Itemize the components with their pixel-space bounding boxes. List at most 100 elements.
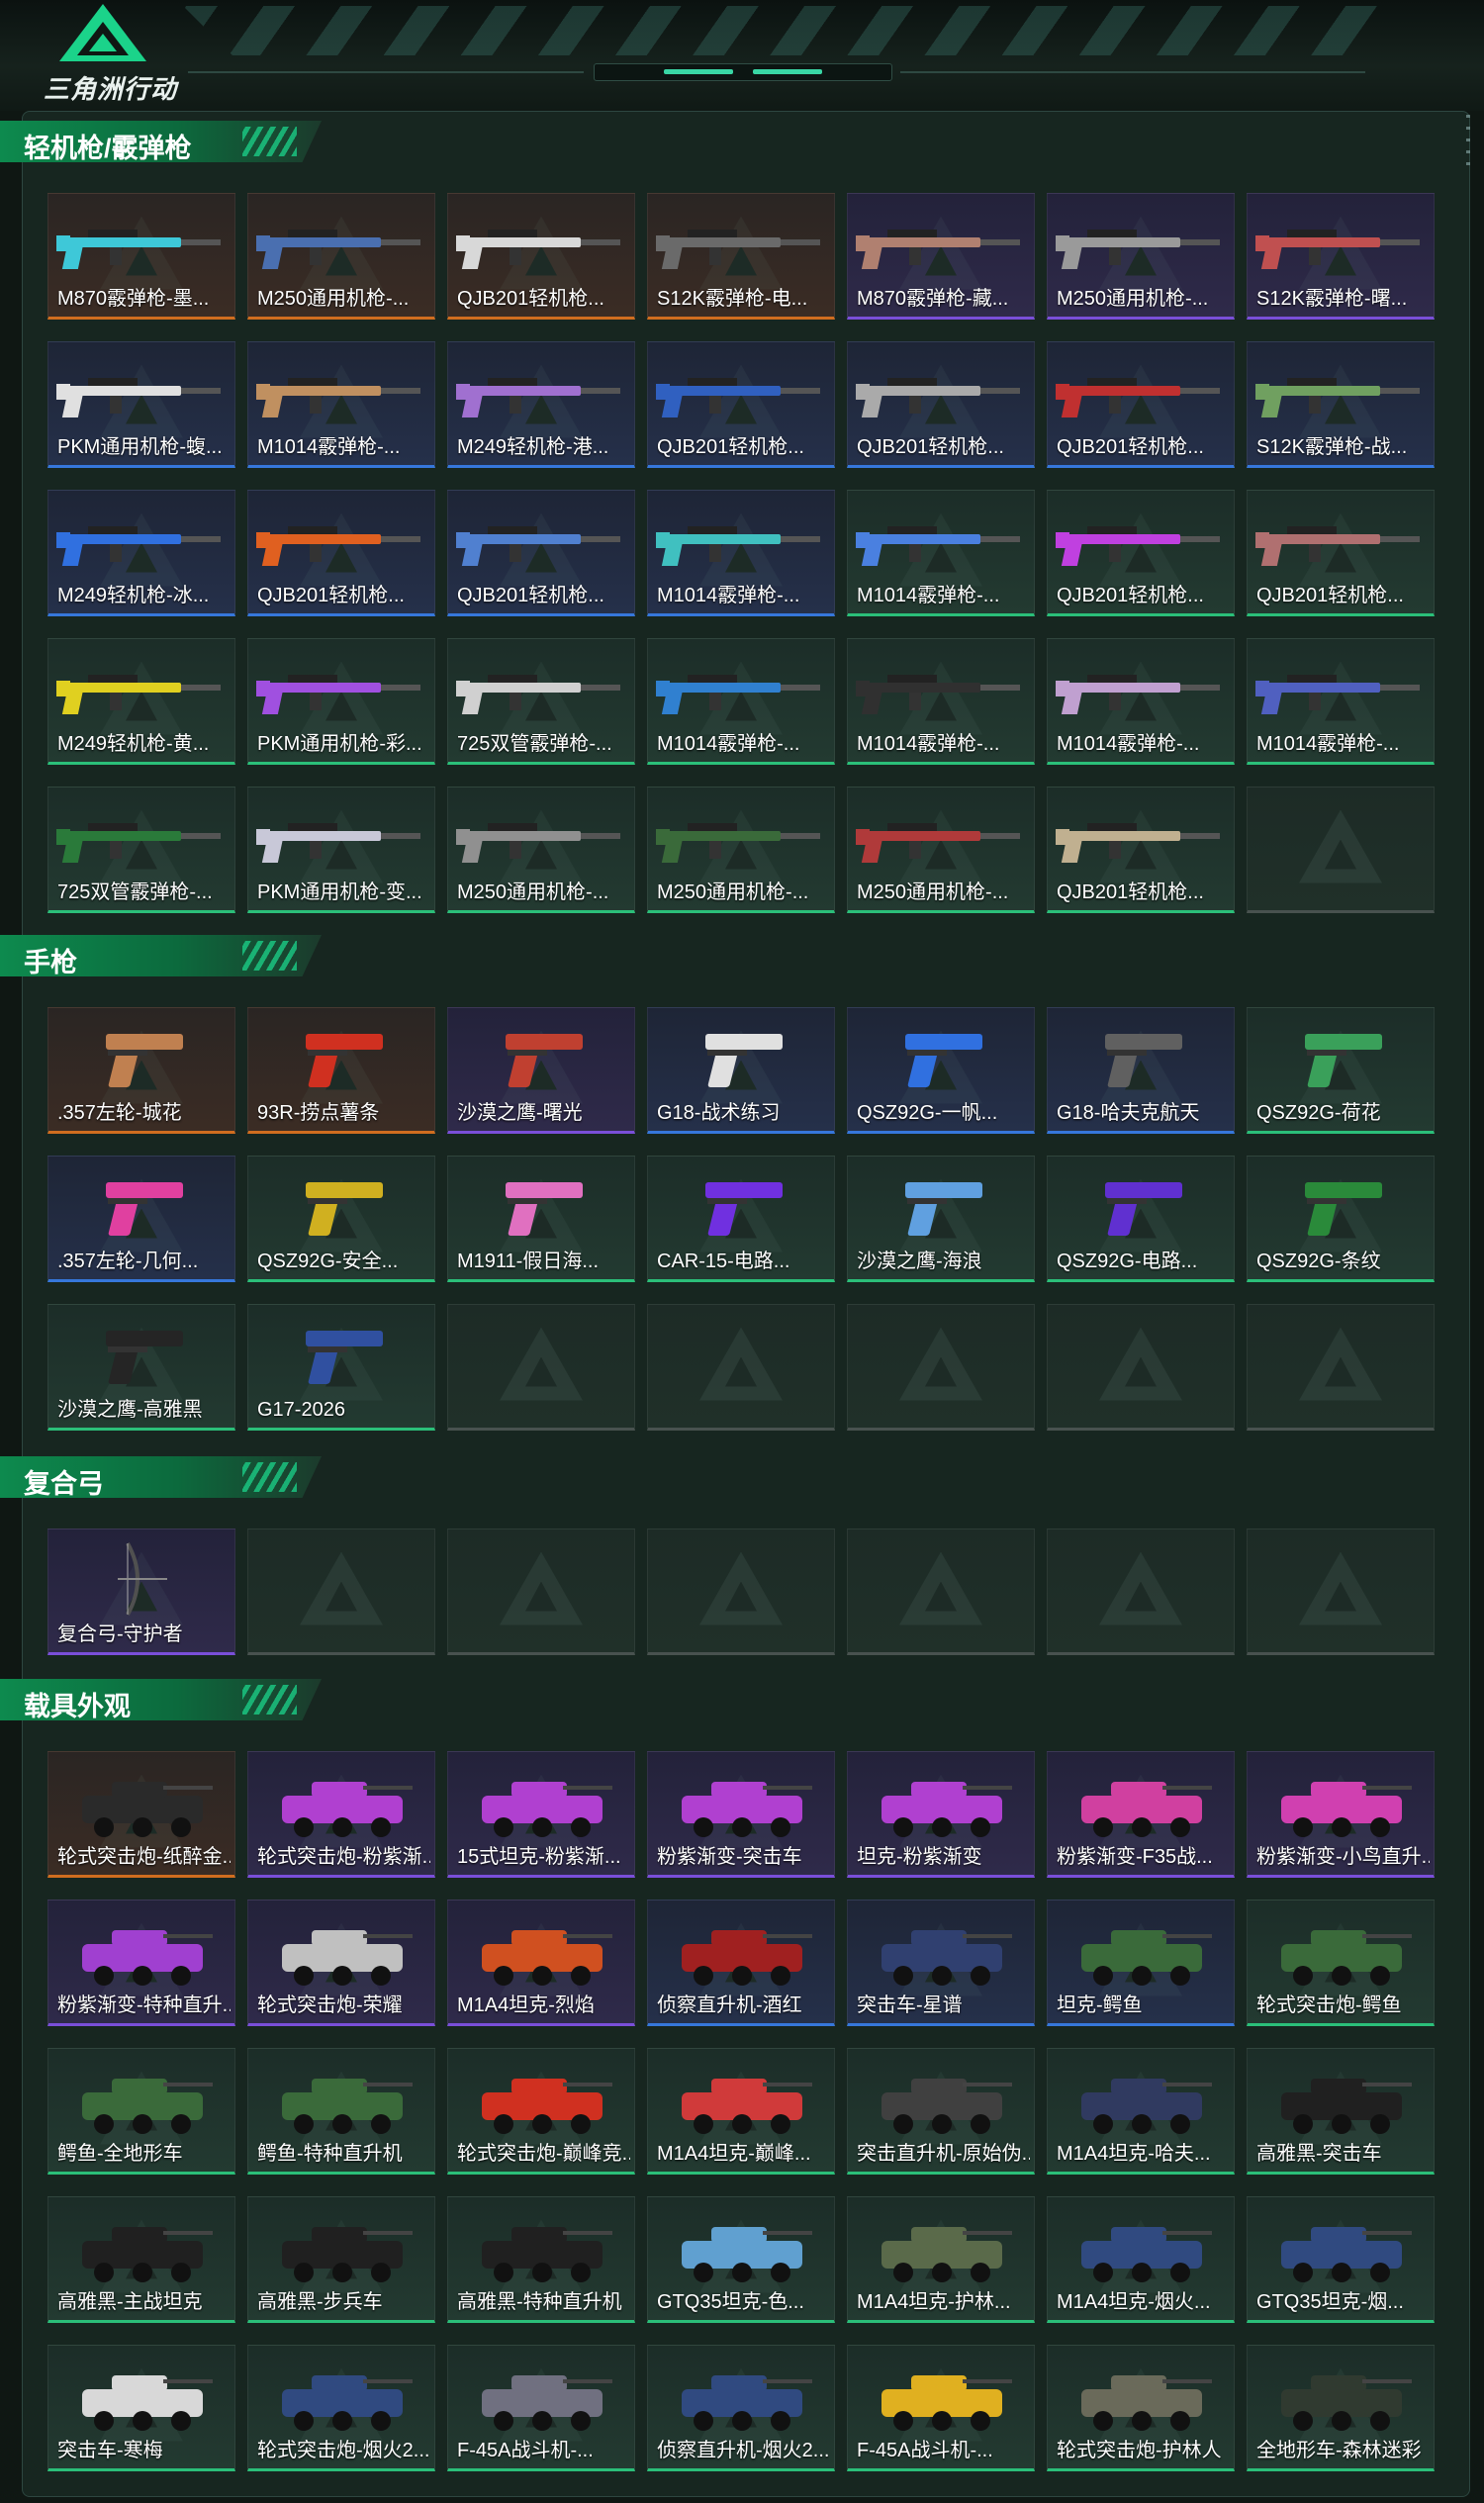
skin-card[interactable]: M250通用机枪-... <box>247 193 435 320</box>
skin-card[interactable]: F-45A战斗机-... <box>847 2345 1035 2471</box>
skin-card[interactable]: PKM通用机枪-彩... <box>247 638 435 765</box>
banner-line-left <box>188 71 584 73</box>
skin-card[interactable]: M1A4坦克-护林... <box>847 2196 1035 2323</box>
skin-card[interactable]: M1911-假日海... <box>447 1156 635 1282</box>
skin-card[interactable]: QSZ92G-荷花 <box>1247 1007 1435 1134</box>
skin-card[interactable]: 粉紫渐变-突击车 <box>647 1751 835 1878</box>
skin-card[interactable]: GTQ35坦克-烟... <box>1247 2196 1435 2323</box>
skin-card[interactable]: 轮式突击炮-烟火2... <box>247 2345 435 2471</box>
skin-card[interactable]: M870霰弹枪-墨... <box>47 193 235 320</box>
skin-card[interactable]: M870霰弹枪-藏... <box>847 193 1035 320</box>
skin-card[interactable]: S12K霰弹枪-战... <box>1247 341 1435 468</box>
skin-card[interactable]: 突击车-寒梅 <box>47 2345 235 2471</box>
skin-card[interactable]: 轮式突击炮-纸醉金... <box>47 1751 235 1878</box>
skin-card[interactable]: CAR-15-电路... <box>647 1156 835 1282</box>
skin-card[interactable]: 鳄鱼-全地形车 <box>47 2048 235 2175</box>
item-name: S12K霰弹枪-曙... <box>1256 288 1408 310</box>
skin-card[interactable]: 15式坦克-粉紫渐... <box>447 1751 635 1878</box>
skin-card[interactable]: 粉紫渐变-F35战... <box>1047 1751 1235 1878</box>
skin-card[interactable]: QJB201轻机枪... <box>447 193 635 320</box>
skin-card[interactable]: 鳄鱼-特种直升机 <box>247 2048 435 2175</box>
skin-card[interactable]: 轮式突击炮-粉紫渐... <box>247 1751 435 1878</box>
skin-card[interactable]: 725双管霰弹枪-... <box>447 638 635 765</box>
skin-card[interactable]: QJB201轻机枪... <box>1047 490 1235 616</box>
skin-card[interactable]: QSZ92G-安全... <box>247 1156 435 1282</box>
item-name: QJB201轻机枪... <box>1057 436 1204 458</box>
skin-card[interactable]: M1A4坦克-哈夫... <box>1047 2048 1235 2175</box>
skin-card[interactable]: QJB201轻机枪... <box>847 341 1035 468</box>
skin-card[interactable]: 高雅黑-主战坦克 <box>47 2196 235 2323</box>
skin-card[interactable]: 轮式突击炮-巅峰竞... <box>447 2048 635 2175</box>
skin-card[interactable]: 93R-捞点薯条 <box>247 1007 435 1134</box>
item-name: 粉紫渐变-突击车 <box>657 1846 802 1868</box>
scrollbar-indicator[interactable] <box>1466 115 1470 174</box>
skin-card[interactable]: 轮式突击炮-护林人 <box>1047 2345 1235 2471</box>
skin-card[interactable]: 侦察直升机-酒红 <box>647 1900 835 2026</box>
slot-watermark-icon <box>1299 809 1382 883</box>
skin-card[interactable]: M1A4坦克-烟火... <box>1047 2196 1235 2323</box>
skin-card[interactable]: 侦察直升机-烟火2... <box>647 2345 835 2471</box>
item-name: F-45A战斗机-... <box>457 2440 594 2461</box>
skin-card[interactable]: M250通用机枪-... <box>647 787 835 913</box>
skin-card[interactable]: M1A4坦克-巅峰... <box>647 2048 835 2175</box>
item-name: 突击车-星谱 <box>857 1994 963 2016</box>
skin-card[interactable]: 突击车-星谱 <box>847 1900 1035 2026</box>
skin-card[interactable]: M1014霰弹枪-... <box>1247 638 1435 765</box>
skin-card[interactable]: 高雅黑-突击车 <box>1247 2048 1435 2175</box>
skin-card[interactable]: M1A4坦克-烈焰 <box>447 1900 635 2026</box>
item-name: M249轻机枪-黄... <box>57 733 210 755</box>
skin-card[interactable]: QJB201轻机枪... <box>1247 490 1435 616</box>
skin-card[interactable]: QJB201轻机枪... <box>647 341 835 468</box>
skin-card[interactable]: 坦克-鳄鱼 <box>1047 1900 1235 2026</box>
skin-card[interactable]: M250通用机枪-... <box>1047 193 1235 320</box>
item-name: M249轻机枪-港... <box>457 436 609 458</box>
skin-card[interactable]: 725双管霰弹枪-... <box>47 787 235 913</box>
skin-card[interactable]: 粉紫渐变-小鸟直升... <box>1247 1751 1435 1878</box>
skin-card[interactable]: 沙漠之鹰-海浪 <box>847 1156 1035 1282</box>
skin-card[interactable]: QJB201轻机枪... <box>247 490 435 616</box>
skin-card[interactable]: M249轻机枪-冰... <box>47 490 235 616</box>
skin-card[interactable]: S12K霰弹枪-曙... <box>1247 193 1435 320</box>
skin-card[interactable]: M1014霰弹枪-... <box>647 638 835 765</box>
skin-card[interactable]: 沙漠之鹰-曙光 <box>447 1007 635 1134</box>
skin-card[interactable]: QJB201轻机枪... <box>1047 787 1235 913</box>
skin-card[interactable]: GTQ35坦克-色... <box>647 2196 835 2323</box>
skin-card[interactable]: G18-哈夫克航天 <box>1047 1007 1235 1134</box>
skin-card[interactable]: G18-战术练习 <box>647 1007 835 1134</box>
item-name: M1014霰弹枪-... <box>857 733 1000 755</box>
item-name: M250通用机枪-... <box>457 881 609 903</box>
item-name: 轮式突击炮-巅峰竞... <box>457 2143 630 2165</box>
skin-card[interactable]: 复合弓-守护者 <box>47 1529 235 1655</box>
skin-card[interactable]: 坦克-粉紫渐变 <box>847 1751 1035 1878</box>
skin-card[interactable]: F-45A战斗机-... <box>447 2345 635 2471</box>
skin-card[interactable]: M1014霰弹枪-... <box>1047 638 1235 765</box>
skin-card[interactable]: 高雅黑-特种直升机 <box>447 2196 635 2323</box>
skin-card[interactable]: M250通用机枪-... <box>447 787 635 913</box>
skin-card[interactable]: 粉紫渐变-特种直升... <box>47 1900 235 2026</box>
skin-card[interactable]: .357左轮-几何... <box>47 1156 235 1282</box>
skin-card[interactable]: .357左轮-城花 <box>47 1007 235 1134</box>
skin-card[interactable]: M1014霰弹枪-... <box>647 490 835 616</box>
skin-card[interactable]: 沙漠之鹰-高雅黑 <box>47 1304 235 1431</box>
skin-card[interactable]: 轮式突击炮-鳄鱼 <box>1247 1900 1435 2026</box>
skin-card[interactable]: 全地形车-森林迷彩 <box>1247 2345 1435 2471</box>
skin-card[interactable]: QJB201轻机枪... <box>1047 341 1235 468</box>
skin-card[interactable]: M1014霰弹枪-... <box>847 638 1035 765</box>
skin-card[interactable]: M249轻机枪-港... <box>447 341 635 468</box>
skin-card[interactable]: PKM通用机枪-蝮... <box>47 341 235 468</box>
skin-card[interactable]: QSZ92G-条纹 <box>1247 1156 1435 1282</box>
skin-card[interactable]: G17-2026 <box>247 1304 435 1431</box>
skin-card[interactable]: QSZ92G-电路... <box>1047 1156 1235 1282</box>
skin-card[interactable]: QSZ92G-一帆... <box>847 1007 1035 1134</box>
skin-card[interactable]: 高雅黑-步兵车 <box>247 2196 435 2323</box>
skin-card[interactable]: 轮式突击炮-荣耀 <box>247 1900 435 2026</box>
skin-card[interactable]: M1014霰弹枪-... <box>847 490 1035 616</box>
skin-card[interactable]: M250通用机枪-... <box>847 787 1035 913</box>
skin-card[interactable]: 突击直升机-原始伪... <box>847 2048 1035 2175</box>
skin-card[interactable]: PKM通用机枪-变... <box>247 787 435 913</box>
skin-card[interactable]: S12K霰弹枪-电... <box>647 193 835 320</box>
item-name: QJB201轻机枪... <box>457 585 604 606</box>
skin-card[interactable]: QJB201轻机枪... <box>447 490 635 616</box>
skin-card[interactable]: M249轻机枪-黄... <box>47 638 235 765</box>
skin-card[interactable]: M1014霰弹枪-... <box>247 341 435 468</box>
